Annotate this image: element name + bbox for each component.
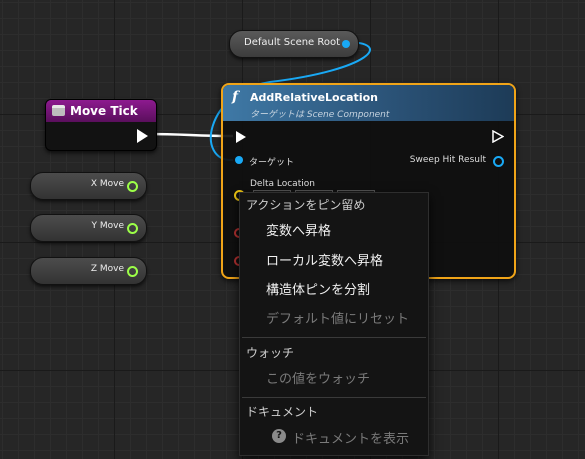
y-move-node[interactable]: Y Move (30, 214, 147, 242)
split-struct-pin-item[interactable]: 構造体ピンを分割 (266, 279, 370, 298)
function-subtitle: ターゲットは Scene Component (250, 110, 390, 120)
target-input-pin[interactable] (235, 156, 243, 164)
event-icon (52, 105, 65, 116)
default-scene-root-node[interactable]: Default Scene Root (229, 30, 359, 58)
x-move-label: X Move (90, 179, 124, 189)
view-documentation-item[interactable]: ドキュメントを表示 (292, 428, 409, 447)
z-move-output-pin[interactable] (127, 266, 138, 277)
target-label: ターゲット (249, 158, 295, 168)
sweep-hit-result-pin[interactable] (493, 156, 504, 167)
x-move-output-pin[interactable] (127, 181, 138, 192)
exec-output-pin[interactable] (492, 130, 504, 143)
menu-separator (242, 397, 426, 398)
default-scene-root-label: Default Scene Root (244, 37, 341, 48)
pin-actions-header: アクションをピン留め (246, 198, 366, 212)
event-title: Move Tick (70, 104, 138, 118)
scene-root-output-pin[interactable] (342, 40, 350, 48)
help-icon: ? (272, 429, 286, 443)
reset-to-default-item[interactable]: デフォルト値にリセット (266, 308, 409, 327)
delta-location-label: Delta Location (250, 179, 315, 189)
watch-value-item[interactable]: この値をウォッチ (266, 368, 370, 387)
promote-to-local-variable-item[interactable]: ローカル変数へ昇格 (266, 250, 383, 269)
function-title: AddRelativeLocation (250, 91, 378, 104)
y-move-output-pin[interactable] (127, 223, 138, 234)
menu-separator (242, 337, 426, 338)
z-move-node[interactable]: Z Move (30, 257, 147, 285)
move-tick-event-node[interactable]: Move Tick (45, 99, 157, 151)
sweep-hit-result-label: Sweep Hit Result (409, 155, 486, 165)
function-icon: f (232, 89, 239, 105)
watch-header: ウォッチ (246, 346, 295, 360)
x-move-node[interactable]: X Move (30, 172, 147, 200)
y-move-label: Y Move (91, 221, 125, 231)
documentation-header: ドキュメント (246, 405, 319, 419)
exec-output-pin[interactable] (137, 129, 148, 143)
pin-context-menu: アクションをピン留め 変数へ昇格 ローカル変数へ昇格 構造体ピンを分割 デフォル… (239, 192, 429, 456)
z-move-label: Z Move (90, 264, 124, 274)
promote-to-variable-item[interactable]: 変数へ昇格 (266, 220, 331, 239)
exec-input-pin[interactable] (236, 131, 246, 143)
